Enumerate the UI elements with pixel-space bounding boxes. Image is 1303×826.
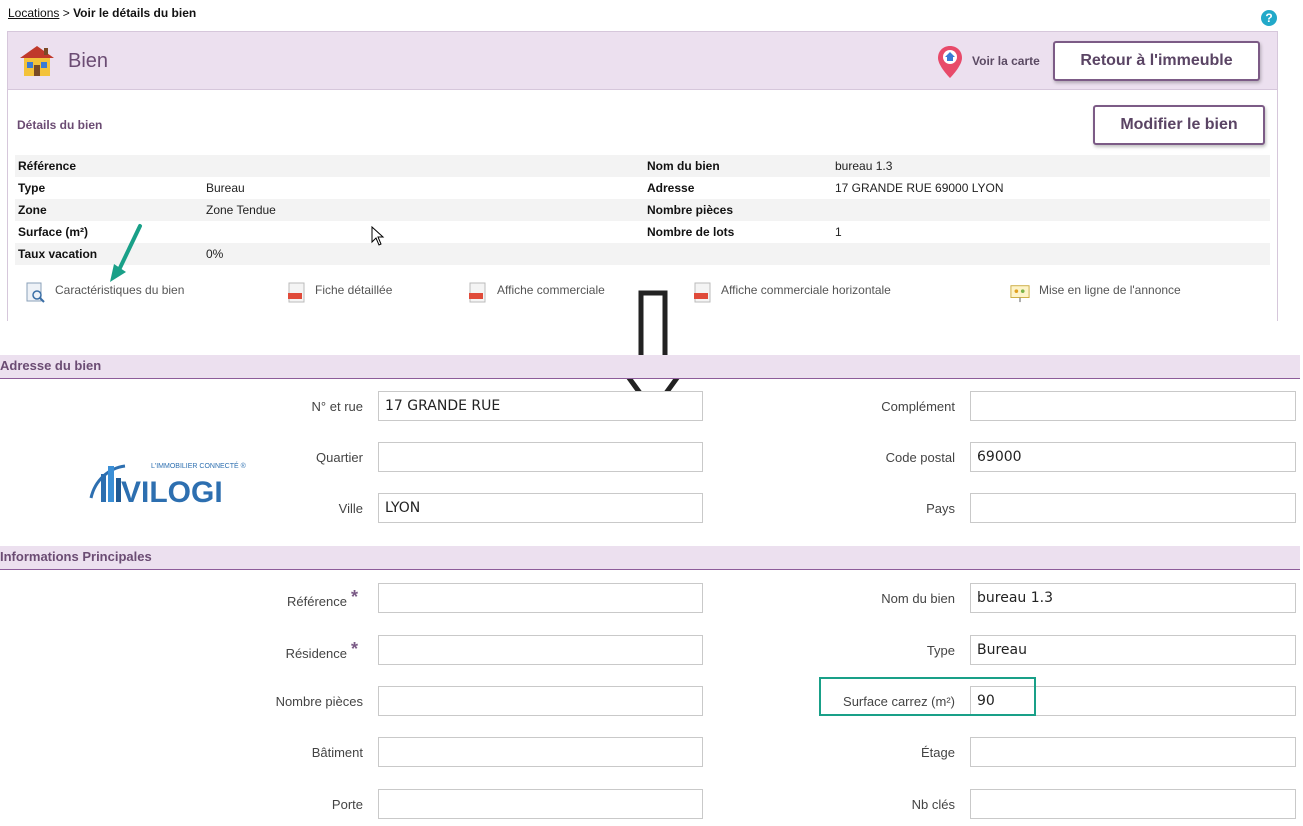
district-label: Quartier bbox=[316, 450, 363, 465]
reference-input[interactable] bbox=[378, 583, 703, 613]
detail-row: Référence Nom du bien bureau 1.3 bbox=[15, 155, 1270, 177]
type-label: Type bbox=[926, 643, 955, 658]
detail-value: 1 bbox=[835, 225, 842, 239]
logo-name: VILOGI bbox=[121, 476, 223, 509]
detail-label: Nombre de lots bbox=[647, 225, 735, 239]
required-star: * bbox=[351, 587, 359, 607]
online-listing-link[interactable]: Mise en ligne de l'annonce bbox=[1039, 283, 1181, 297]
district-input[interactable] bbox=[378, 442, 703, 472]
floor-label: Étage bbox=[921, 745, 955, 760]
details-title: Détails du bien bbox=[17, 118, 103, 132]
building-input[interactable] bbox=[378, 737, 703, 767]
characteristics-link[interactable]: Caractéristiques du bien bbox=[55, 283, 184, 297]
help-icon[interactable]: ? bbox=[1261, 10, 1277, 26]
detailed-sheet-link[interactable]: Fiche détaillée bbox=[315, 283, 392, 297]
green-arrow-icon bbox=[110, 224, 142, 282]
breadcrumb: Locations > Voir le détails du bien bbox=[8, 6, 196, 20]
magnifier-document-icon bbox=[26, 282, 45, 303]
detail-row: Surface (m²) Nombre de lots 1 bbox=[15, 221, 1270, 243]
detail-label: Zone bbox=[18, 203, 47, 217]
property-panel: Bien Voir la carte Retour à l'immeuble D… bbox=[7, 31, 1278, 321]
detail-label: Taux vacation bbox=[18, 247, 98, 261]
vilogi-logo: L'IMMOBILIER CONNECTÉ ® VILOGI bbox=[89, 461, 247, 509]
property-name-input[interactable]: bureau 1.3 bbox=[970, 583, 1296, 613]
breadcrumb-locations-link[interactable]: Locations bbox=[8, 6, 59, 20]
detail-label: Type bbox=[18, 181, 46, 195]
main-info-section-header: Informations Principales bbox=[0, 546, 1300, 570]
country-input[interactable] bbox=[970, 493, 1296, 523]
city-label: Ville bbox=[338, 501, 363, 516]
city-input[interactable]: LYON bbox=[378, 493, 703, 523]
type-input[interactable]: Bureau bbox=[970, 635, 1296, 665]
detail-value: 17 GRANDE RUE 69000 LYON bbox=[835, 181, 1004, 195]
street-label: N° et rue bbox=[311, 399, 363, 414]
pdf-icon bbox=[694, 282, 711, 303]
surface-highlight-box bbox=[819, 677, 1036, 716]
detail-label: Nom du bien bbox=[647, 159, 720, 173]
complement-input[interactable] bbox=[970, 391, 1296, 421]
complement-label: Complément bbox=[881, 399, 955, 414]
logo-tagline: L'IMMOBILIER CONNECTÉ ® bbox=[151, 461, 247, 470]
map-pin-icon[interactable] bbox=[937, 45, 963, 79]
residence-input[interactable] bbox=[378, 635, 703, 665]
edit-property-button[interactable]: Modifier le bien bbox=[1093, 105, 1265, 145]
building-label: Bâtiment bbox=[311, 745, 363, 760]
commercial-poster-link[interactable]: Affiche commerciale bbox=[497, 283, 605, 297]
keys-input[interactable] bbox=[970, 789, 1296, 819]
detail-value: bureau 1.3 bbox=[835, 159, 893, 173]
detail-value: 0% bbox=[206, 247, 224, 261]
rooms-label: Nombre pièces bbox=[275, 694, 363, 709]
breadcrumb-separator: > bbox=[59, 6, 74, 20]
door-label: Porte bbox=[331, 797, 363, 812]
panel-header: Bien Voir la carte Retour à l'immeuble bbox=[8, 32, 1277, 90]
back-to-building-button[interactable]: Retour à l'immeuble bbox=[1053, 41, 1260, 81]
required-star: * bbox=[351, 639, 359, 659]
detail-row: Type Bureau Adresse 17 GRANDE RUE 69000 … bbox=[15, 177, 1270, 199]
postal-code-label: Code postal bbox=[885, 450, 955, 465]
house-icon bbox=[20, 46, 54, 76]
map-link[interactable]: Voir la carte bbox=[972, 54, 1040, 68]
floor-input[interactable] bbox=[970, 737, 1296, 767]
country-label: Pays bbox=[926, 501, 955, 516]
page-title: Bien bbox=[68, 50, 109, 72]
detail-label: Surface (m²) bbox=[18, 225, 89, 239]
postal-code-input[interactable]: 69000 bbox=[970, 442, 1296, 472]
rooms-input[interactable] bbox=[378, 686, 703, 716]
horizontal-poster-link[interactable]: Affiche commerciale horizontale bbox=[721, 283, 891, 297]
detail-label: Référence bbox=[18, 159, 77, 173]
mouse-cursor-icon bbox=[371, 226, 385, 246]
street-input[interactable]: 17 GRANDE RUE bbox=[378, 391, 703, 421]
property-name-label: Nom du bien bbox=[881, 591, 955, 606]
reference-label: Référence bbox=[287, 594, 347, 609]
detail-value: Bureau bbox=[206, 181, 245, 195]
detail-row: Zone Zone Tendue Nombre pièces bbox=[15, 199, 1270, 221]
breadcrumb-current: Voir le détails du bien bbox=[73, 6, 197, 20]
door-input[interactable] bbox=[378, 789, 703, 819]
pdf-icon bbox=[469, 282, 486, 303]
detail-label: Nombre pièces bbox=[647, 203, 734, 217]
online-listing-icon bbox=[1010, 285, 1030, 303]
address-section-header: Adresse du bien bbox=[0, 355, 1300, 379]
pdf-icon bbox=[288, 282, 305, 303]
detail-row: Taux vacation 0% bbox=[15, 243, 1270, 265]
residence-label: Résidence bbox=[285, 646, 347, 661]
detail-label: Adresse bbox=[647, 181, 695, 195]
keys-label: Nb clés bbox=[911, 797, 955, 812]
detail-value: Zone Tendue bbox=[206, 203, 276, 217]
